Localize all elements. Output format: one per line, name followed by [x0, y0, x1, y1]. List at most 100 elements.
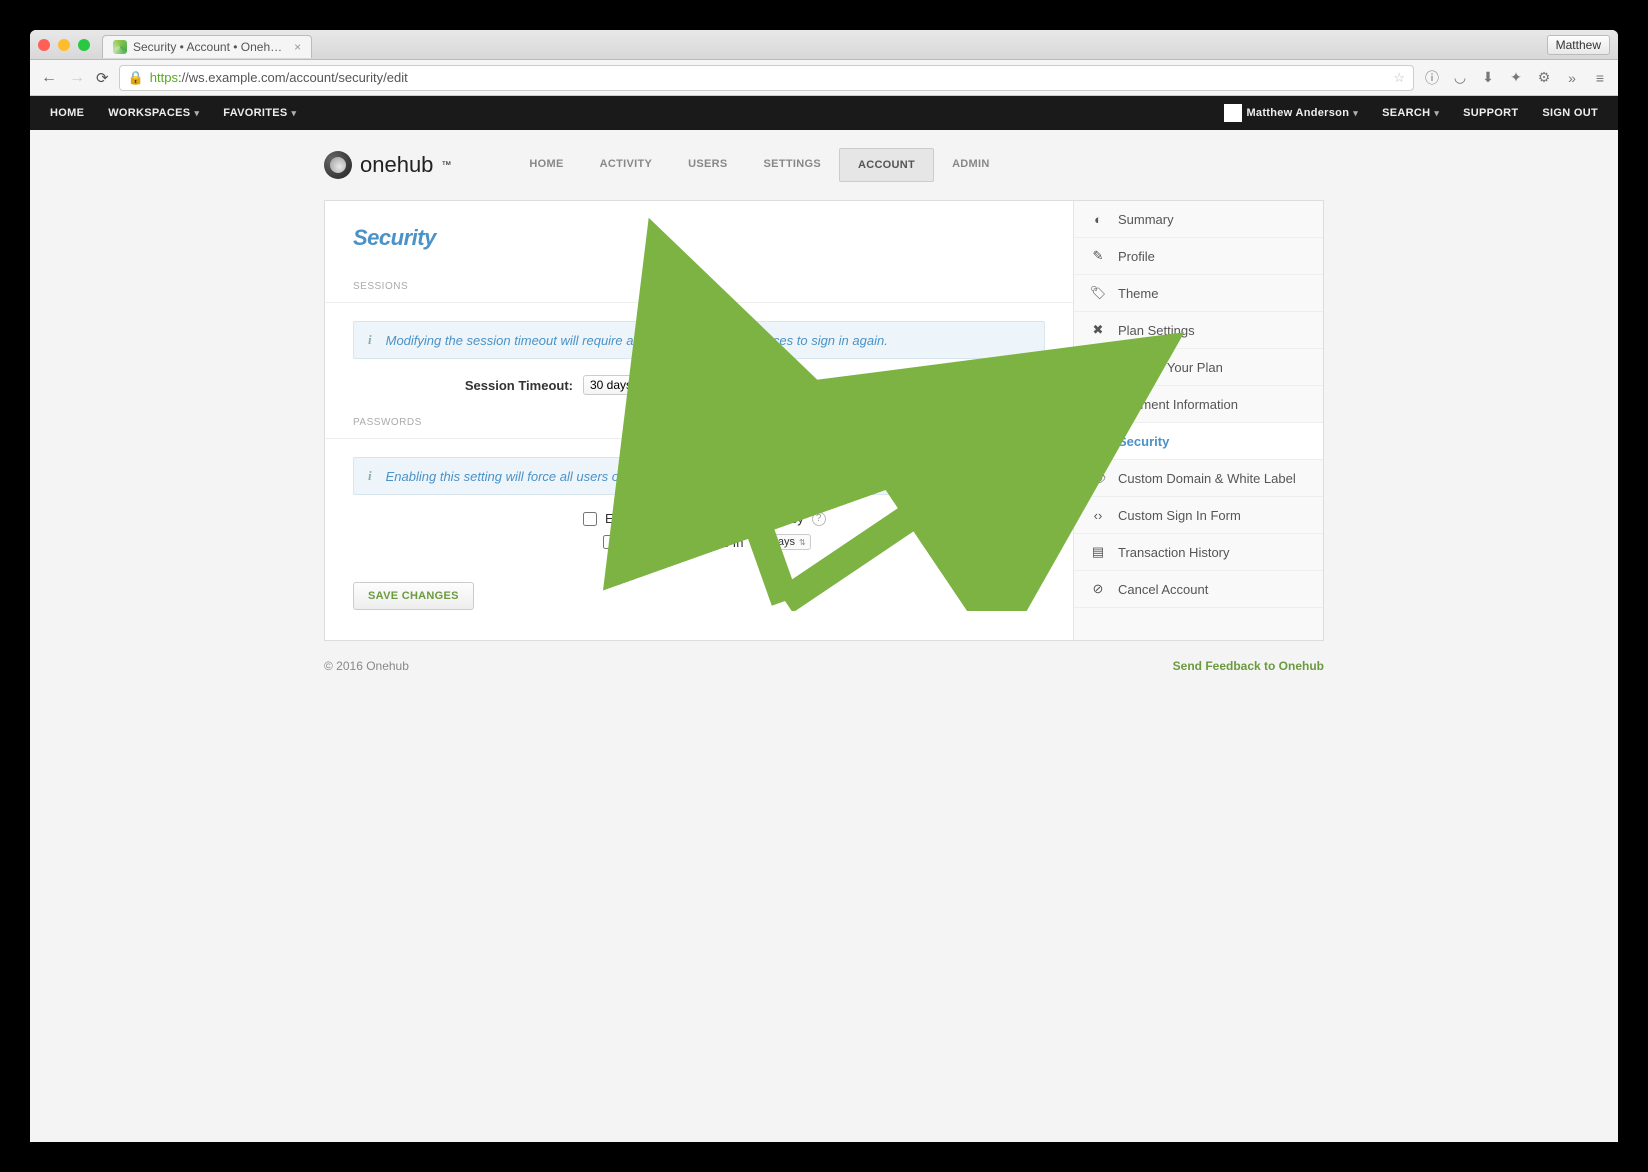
password-expires-select[interactable]: 90 days ⇅: [752, 534, 811, 550]
tab-close-icon[interactable]: ×: [294, 40, 301, 54]
topbar-workspaces-label: WORKSPACES: [108, 107, 190, 119]
password-expires-label: Password Expires In: [625, 535, 744, 550]
url-scheme: https: [150, 70, 178, 85]
eye-off-icon: 👁: [1090, 470, 1106, 486]
chevron-down-icon: ▾: [1353, 108, 1358, 119]
sidebar-item-summary[interactable]: ◐ Summary: [1074, 201, 1323, 238]
footer-copyright: © 2016 Onehub: [324, 659, 409, 673]
window-controls: [38, 39, 90, 51]
chevron-down-icon: ▾: [1434, 108, 1439, 119]
sidebar-item-label: Custom Sign In Form: [1118, 508, 1241, 523]
main-nav: HOME ACTIVITY USERS SETTINGS ACCOUNT ADM…: [511, 148, 1007, 182]
info-icon: i: [368, 468, 372, 484]
password-expires-checkbox[interactable]: [603, 535, 617, 549]
divider: [325, 438, 1073, 439]
favicon-icon: [113, 40, 127, 54]
nav-admin[interactable]: ADMIN: [934, 148, 1008, 182]
ban-icon: ⊘: [1090, 581, 1106, 597]
extension-pocket-icon[interactable]: ◡: [1452, 70, 1468, 86]
sidebar-item-custom-domain[interactable]: 👁Custom Domain & White Label: [1074, 460, 1323, 497]
browser-profile-button[interactable]: Matthew: [1547, 35, 1610, 55]
tab-title: Security • Account • Oneh…: [133, 40, 282, 54]
back-button[interactable]: ←: [40, 69, 58, 87]
url-path: ://ws.example.com/account/security/edit: [178, 70, 408, 85]
brand-name: onehub: [360, 152, 433, 178]
topbar-home[interactable]: HOME: [50, 107, 84, 119]
brand-logo[interactable]: onehub™: [324, 151, 451, 179]
pen-icon: ✎: [1090, 248, 1106, 264]
help-icon[interactable]: ?: [812, 512, 826, 526]
reload-button[interactable]: ⟳: [96, 69, 109, 87]
chevron-down-icon: ▾: [292, 108, 297, 119]
extension-more-icon[interactable]: »: [1564, 70, 1580, 86]
session-timeout-select[interactable]: 30 days ⇅: [583, 375, 803, 395]
sidebar-item-change-plan[interactable]: ▮▮Change Your Plan: [1074, 349, 1323, 386]
footer-feedback-link[interactable]: Send Feedback to Onehub: [1173, 659, 1324, 673]
lock-icon: 🔒: [128, 70, 144, 86]
sidebar-item-theme[interactable]: 🏷 Theme: [1074, 275, 1323, 312]
divider: [325, 302, 1073, 303]
window-close-icon[interactable]: [38, 39, 50, 51]
tag-icon: 🏷: [1090, 285, 1106, 301]
forward-button: →: [68, 69, 86, 87]
list-icon: ▤: [1090, 544, 1106, 560]
sidebar-item-payment[interactable]: ▭ Payment Information: [1074, 386, 1323, 423]
nav-activity[interactable]: ACTIVITY: [582, 148, 671, 182]
topbar-search[interactable]: SEARCH▾: [1382, 107, 1439, 119]
topbar-user-menu[interactable]: Matthew Anderson ▾: [1224, 104, 1358, 122]
sidebar-item-label: Theme: [1118, 286, 1158, 301]
topbar-favorites-label: FAVORITES: [223, 107, 287, 119]
sidebar-item-label: Payment Information: [1118, 397, 1238, 412]
extension-download-icon[interactable]: ⬇: [1480, 70, 1496, 86]
sidebar-item-label: Summary: [1118, 212, 1174, 227]
app-topbar: HOME WORKSPACES ▾ FAVORITES ▾ Matthew Ande…: [30, 96, 1618, 130]
window-minimize-icon[interactable]: [58, 39, 70, 51]
chevron-down-icon: ▾: [194, 108, 199, 119]
sidebar-item-label: Security: [1118, 434, 1169, 449]
session-timeout-value: 30 days: [590, 378, 632, 392]
topbar-support[interactable]: SUPPORT: [1463, 107, 1518, 119]
window-maximize-icon[interactable]: [78, 39, 90, 51]
enforce-complex-password-label: Enforce Complex Password Policy: [605, 511, 804, 526]
account-sidebar: ◐Summary ✎Profile 🏷Theme ✖Plan Settings …: [1073, 201, 1323, 640]
nav-home[interactable]: HOME: [511, 148, 581, 182]
sidebar-item-custom-signin[interactable]: ‹› Custom Sign In Form: [1074, 497, 1323, 534]
tools-icon: ✖: [1090, 322, 1106, 338]
brand-mark-icon: [324, 151, 352, 179]
sidebar-item-label: Transaction History: [1118, 545, 1230, 560]
browser-tab[interactable]: Security • Account • Oneh… ×: [102, 35, 312, 58]
extension-info-icon[interactable]: ⓘ: [1424, 70, 1440, 86]
url-field[interactable]: 🔒 https://ws.example.com/account/securit…: [119, 65, 1414, 91]
nav-users[interactable]: USERS: [670, 148, 745, 182]
code-icon: ‹›: [1090, 507, 1106, 523]
passwords-section-label: PASSWORDS: [353, 417, 1045, 428]
select-arrow-icon: ⇅: [799, 538, 806, 547]
topbar-favorites[interactable]: FAVORITES ▾: [223, 107, 296, 119]
bookmark-star-icon[interactable]: ☆: [1393, 70, 1405, 86]
topbar-user-name: Matthew Anderson: [1246, 107, 1349, 119]
nav-account[interactable]: ACCOUNT: [839, 148, 934, 182]
nav-settings[interactable]: SETTINGS: [746, 148, 839, 182]
sidebar-item-plan-settings[interactable]: ✖Plan Settings: [1074, 312, 1323, 349]
extension-gear-icon[interactable]: ⚙: [1536, 70, 1552, 86]
gauge-icon: ◐: [1090, 211, 1106, 227]
sessions-info-text: Modifying the session timeout will requi…: [386, 333, 888, 348]
passwords-info-box: i Enabling this setting will force all u…: [353, 457, 1045, 495]
sessions-section-label: SESSIONS: [353, 281, 1045, 292]
sidebar-item-label: Change Your Plan: [1118, 360, 1223, 375]
topbar-workspaces[interactable]: WORKSPACES ▾: [108, 107, 199, 119]
avatar: [1224, 104, 1242, 122]
sidebar-item-cancel-account[interactable]: ⊘ Cancel Account: [1074, 571, 1323, 608]
browser-menu-icon[interactable]: ≡: [1592, 70, 1608, 86]
enforce-complex-password-checkbox[interactable]: [583, 512, 597, 526]
browser-tab-bar: Security • Account • Oneh… × Matthew: [30, 30, 1618, 60]
sidebar-item-profile[interactable]: ✎Profile: [1074, 238, 1323, 275]
save-changes-button[interactable]: SAVE CHANGES: [353, 582, 474, 610]
sidebar-item-label: Cancel Account: [1118, 582, 1208, 597]
sidebar-item-security[interactable]: 🔒 Security: [1074, 423, 1323, 460]
credit-card-icon: ▭: [1090, 396, 1106, 412]
topbar-sign-out[interactable]: SIGN OUT: [1542, 107, 1598, 119]
extension-puzzle-icon[interactable]: ✦: [1508, 70, 1524, 86]
lock-icon: 🔒: [1090, 433, 1106, 449]
sidebar-item-transaction-history[interactable]: ▤ Transaction History: [1074, 534, 1323, 571]
